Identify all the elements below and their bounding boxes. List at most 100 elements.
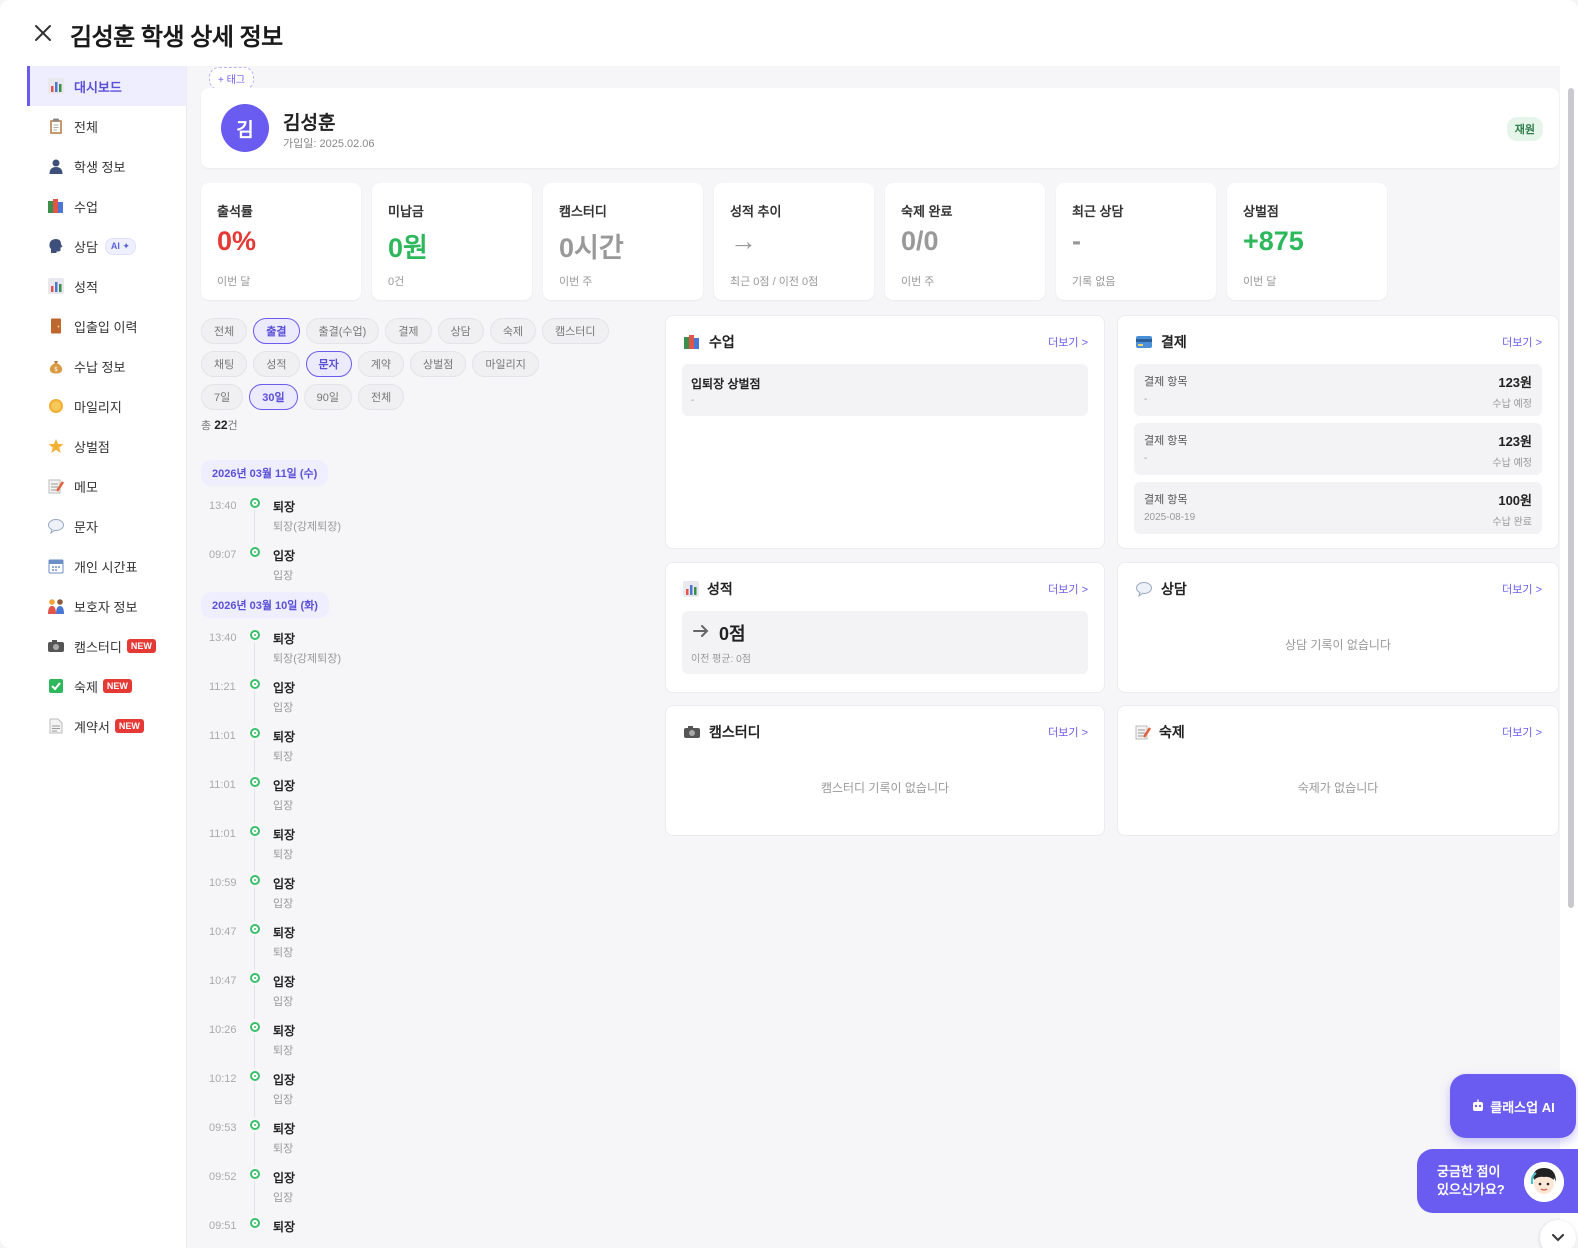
filter-chip[interactable]: 7일 (201, 384, 244, 410)
sidebar-item-13[interactable]: 보호자 정보 (27, 586, 186, 626)
camstudy-panel-title: 캠스터디 (709, 724, 761, 740)
sidebar-item-label: 마일리지 (74, 399, 122, 415)
filter-chip[interactable]: 문자 (305, 351, 352, 377)
timeline-item: 09:53 퇴장 퇴장 (201, 1116, 651, 1166)
modal-header: 김성훈 학생 상세 정보 (0, 0, 1578, 66)
help-chat-button[interactable]: 궁금한 점이 있으신가요? (1417, 1149, 1578, 1213)
payment-item[interactable]: 결제 항목 2025-08-19 100원 수납 완료 (1134, 482, 1542, 534)
timeline-item: 09:52 입장 입장 (201, 1165, 651, 1215)
sidebar-item-15[interactable]: 숙제 NEW (27, 666, 186, 706)
sidebar-item-label: 캠스터디 (74, 639, 122, 655)
calendar-icon (47, 557, 65, 575)
filter-chip[interactable]: 결제 (385, 318, 432, 344)
payment-status: 수납 완료 (1492, 517, 1532, 528)
filter-chip[interactable]: 계약 (357, 351, 404, 377)
filter-chip[interactable]: 상벌점 (410, 351, 467, 377)
stat-card[interactable]: 숙제 완료 0/0 이번 주 (885, 183, 1045, 300)
stat-card[interactable]: 상벌점 +875 이번 달 (1227, 183, 1387, 300)
timeline-connector (254, 740, 255, 774)
stat-card[interactable]: 최근 상담 - 기록 없음 (1056, 183, 1216, 300)
filter-chip[interactable]: 전체 (201, 318, 248, 344)
stat-card[interactable]: 출석률 0% 이번 달 (201, 183, 361, 300)
class-up-ai-button[interactable]: 클래스업 AI (1450, 1074, 1576, 1138)
filter-chip[interactable]: 30일 (249, 384, 298, 410)
filter-chip[interactable]: 90일 (303, 384, 352, 410)
close-button[interactable] (28, 18, 58, 48)
timeline-sub: 퇴장 (273, 947, 294, 959)
arrow-right-icon (693, 625, 709, 637)
robot-icon (1473, 1099, 1484, 1111)
sidebar-item-11[interactable]: 문자 (27, 506, 186, 546)
counsel-empty-message: 상담 기록이 없습니다 (1284, 638, 1392, 652)
sidebar-item-16[interactable]: 계약서 NEW (27, 706, 186, 746)
timeline-connector (254, 1132, 255, 1166)
class-more-link[interactable]: 더보기 > (1048, 334, 1088, 350)
filter-chip[interactable]: 마일리지 (472, 351, 539, 377)
timeline-title: 퇴장 (273, 500, 296, 514)
payment-item[interactable]: 결제 항목 - 123원 수납 예정 (1134, 423, 1542, 475)
category-filter-row-1: 전체 출결 출결(수업) 결제 상담 숙제 캠스터디 (201, 318, 641, 344)
stat-value: 0% (217, 226, 257, 256)
sidebar-item-14[interactable]: 캠스터디 NEW (27, 626, 186, 666)
sidebar-item-label: 수업 (74, 199, 98, 215)
timeline-dot-icon (250, 547, 260, 557)
payment-item[interactable]: 결제 항목 - 123원 수납 예정 (1134, 364, 1542, 416)
camstudy-more-link[interactable]: 더보기 > (1048, 724, 1088, 740)
sidebar-item-12[interactable]: 개인 시간표 (27, 546, 186, 586)
filter-chip[interactable]: 성적 (253, 351, 300, 377)
sidebar-item-3[interactable]: 수업 (27, 186, 186, 226)
stat-label: 상벌점 (1243, 204, 1279, 219)
scroll-down-button[interactable] (1540, 1220, 1576, 1248)
sidebar-item-7[interactable]: $ 수납 정보 (27, 346, 186, 386)
sidebar-item-10[interactable]: 메모 (27, 466, 186, 506)
sidebar-item-8[interactable]: 마일리지 (27, 386, 186, 426)
timeline-item: 10:59 입장 입장 (201, 871, 651, 921)
stat-card[interactable]: 캠스터디 0시간 이번 주 (543, 183, 703, 300)
timeline-sub: 퇴장 (273, 751, 294, 763)
timeline-item: 09:51 퇴장 (201, 1214, 651, 1248)
timeline-date: 2026년 03월 10일 (화) (201, 592, 329, 618)
timeline-time: 10:12 (209, 1073, 237, 1085)
grades-more-link[interactable]: 더보기 > (1048, 581, 1088, 597)
stat-sub: 기록 없음 (1072, 276, 1116, 288)
filter-chip[interactable]: 숙제 (489, 318, 537, 344)
sidebar-item-5[interactable]: 성적 (27, 266, 186, 306)
sidebar-item-6[interactable]: 입출입 이력 (27, 306, 186, 346)
sidebar-item-0[interactable]: 대시보드 (27, 66, 186, 106)
sidebar-item-4[interactable]: 상담 AI ✦ (27, 226, 186, 266)
timeline-time: 09:07 (209, 549, 237, 561)
filter-chip[interactable]: 출결(수업) (305, 318, 380, 344)
payment-more-link[interactable]: 더보기 > (1502, 334, 1542, 350)
timeline-item: 13:40 퇴장 퇴장(강제퇴장) (201, 494, 651, 544)
timeline-connector (254, 1034, 255, 1068)
filter-chip[interactable]: 출결 (253, 318, 300, 344)
counsel-more-link[interactable]: 더보기 > (1502, 581, 1542, 597)
add-tag-button[interactable]: + 태그 (209, 67, 255, 90)
sidebar-item-label: 수납 정보 (74, 359, 126, 375)
timeline-sub: 입장 (273, 898, 294, 910)
class-item-sub: - (691, 395, 695, 406)
class-up-ai-label: 클래스업 AI (1490, 1099, 1555, 1115)
sidebar-item-9[interactable]: 상벌점 (27, 426, 186, 466)
class-item[interactable]: 입퇴장 상벌점 - (682, 364, 1088, 416)
timeline-sub: 퇴장 (273, 849, 294, 861)
payment-date: - (1144, 394, 1148, 405)
stat-card[interactable]: 성적 추이 → 최근 0점 / 이전 0점 (714, 183, 874, 300)
timeline-title: 입장 (273, 877, 296, 891)
homework-more-link[interactable]: 더보기 > (1502, 724, 1542, 740)
filter-chip[interactable]: 캠스터디 (542, 318, 609, 344)
credit-card-icon (1135, 335, 1153, 349)
profile-card: 김 김성훈 가입일: 2025.02.06 재원 (201, 88, 1559, 168)
timeline-time: 11:01 (209, 828, 236, 840)
sidebar-item-2[interactable]: 학생 정보 (27, 146, 186, 186)
timeline-time: 13:40 (209, 500, 237, 512)
filter-chip[interactable]: 전체 (357, 384, 405, 410)
filter-chip[interactable]: 상담 (437, 318, 484, 344)
filter-area: 전체 출결 출결(수업) 결제 상담 숙제 캠스터디 채팅 성적 문자 계약 상벌점 마일리지 7일 3… (201, 318, 641, 433)
filter-chip[interactable]: 채팅 (201, 351, 248, 377)
sidebar-item-1[interactable]: 전체 (27, 106, 186, 146)
stat-card[interactable]: 미납금 0원 0건 (372, 183, 532, 300)
counsel-panel-title: 상담 (1161, 581, 1187, 597)
chevron-down-icon (1552, 1234, 1564, 1242)
vertical-scrollbar[interactable] (1568, 88, 1574, 908)
